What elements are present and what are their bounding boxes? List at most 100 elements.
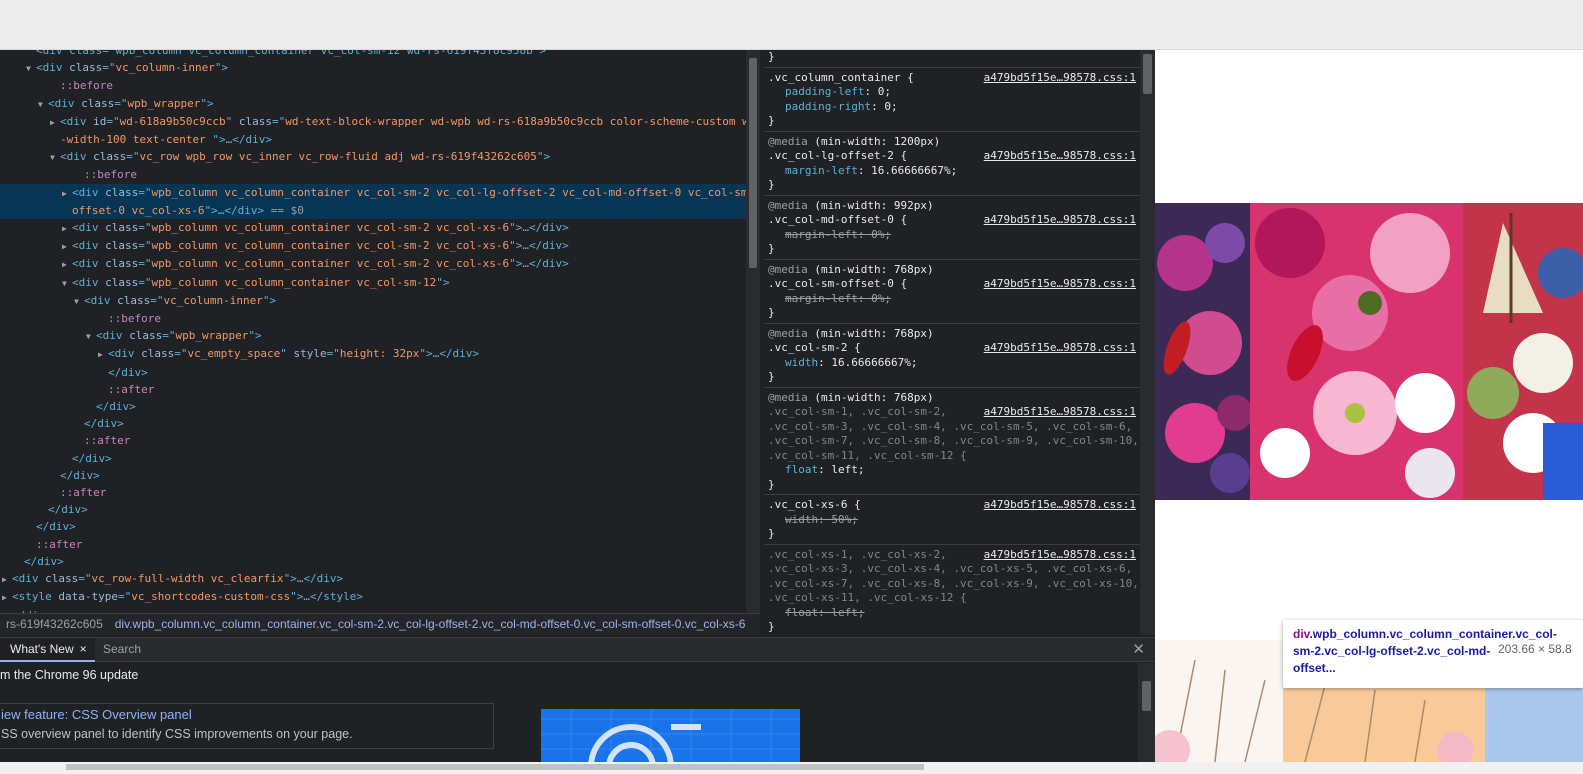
css-rule[interactable]: a479bd5f15e…98578.css:1 .vc_col-xs-1, .vc… xyxy=(764,545,1140,636)
css-selector: .vc_col-xs-7, .vc_col-xs-8, .vc_col-xs-9… xyxy=(768,576,1139,590)
elements-scrollbar[interactable] xyxy=(746,50,760,613)
elements-tree[interactable]: <div class="wpb_column vc_column_contain… xyxy=(0,50,760,613)
collapse-triangle-icon[interactable]: ▶ xyxy=(62,220,72,237)
tab-search[interactable]: Search xyxy=(103,638,141,661)
dom-node-line[interactable]: ▼ <div class="wpb_column vc_column_contai… xyxy=(0,274,760,292)
css-declaration[interactable]: margin-left: 0%; xyxy=(768,292,1136,307)
scrollbar-thumb[interactable] xyxy=(1142,681,1151,711)
dom-node-line[interactable]: </div> xyxy=(0,450,760,467)
dom-node-line[interactable]: ▶ <div class="vc_row-full-width vc_clearf… xyxy=(0,570,760,588)
feature-card[interactable]: iew feature: CSS Overview panel SS overv… xyxy=(0,703,494,749)
stylesheet-source-link[interactable]: a479bd5f15e…98578.css:1 xyxy=(984,277,1136,292)
collapse-triangle-icon[interactable]: ▶ xyxy=(62,185,72,202)
dom-node-line[interactable]: ::after xyxy=(0,484,760,501)
dom-node-line[interactable]: -width-100 text-center ">…</div> xyxy=(0,131,760,148)
css-declaration[interactable]: padding-right: 0; xyxy=(768,100,1136,115)
breadcrumb-item[interactable]: rs-619f43262c605 xyxy=(0,614,109,634)
stylesheet-source-link[interactable]: a479bd5f15e…98578.css:1 xyxy=(984,405,1136,420)
stylesheet-source-link[interactable]: a479bd5f15e…98578.css:1 xyxy=(984,498,1136,513)
scrollbar-thumb[interactable] xyxy=(1143,54,1152,94)
dom-node-line[interactable]: </div> xyxy=(0,364,760,381)
expand-triangle-icon[interactable]: ▼ xyxy=(50,149,60,166)
stylesheet-source-link[interactable]: a479bd5f15e…98578.css:1 xyxy=(984,341,1136,356)
dom-node-line[interactable]: ::before xyxy=(0,166,760,183)
breadcrumb-current[interactable]: div.wpb_column.vc_column_container.vc_co… xyxy=(109,614,752,634)
dom-node-line[interactable]: </div> xyxy=(0,398,760,415)
collapse-triangle-icon[interactable]: ▶ xyxy=(62,238,72,255)
dom-node-line[interactable]: ▼ <div class="vc_column-inner"> xyxy=(0,59,760,77)
styles-scrollbar[interactable] xyxy=(1140,50,1155,635)
stylesheet-source-link[interactable]: a479bd5f15e…98578.css:1 xyxy=(984,149,1136,164)
scrollbar-thumb[interactable] xyxy=(749,58,757,268)
dom-node-line[interactable]: <div class="wpb_column vc_column_contain… xyxy=(0,50,760,59)
css-rule[interactable]: @media (min-width: 768px) a479bd5f15e…985… xyxy=(764,324,1140,388)
collapse-triangle-icon[interactable]: ▶ xyxy=(2,589,12,606)
flower-photo[interactable] xyxy=(1155,203,1250,500)
stylesheet-source-link[interactable]: a479bd5f15e…98578.css:1 xyxy=(984,548,1136,563)
css-rule[interactable]: @media (min-width: 768px) a479bd5f15e…985… xyxy=(764,388,1140,495)
dom-node-line[interactable]: ▶ <div class="wpb_column vc_column_contai… xyxy=(0,183,760,202)
dom-node-line[interactable]: ▶ <div class="wpb_column vc_column_contai… xyxy=(0,237,760,255)
collapse-triangle-icon[interactable]: ▶ xyxy=(98,346,108,363)
dom-node-line[interactable]: ▶ <div id="wd-618a9b50c9ccb" class="wd-te… xyxy=(0,113,760,131)
dom-node-line[interactable]: offset-0 vc_col-xs-6">…</div> == $0 xyxy=(0,201,760,220)
css-rule[interactable]: } xyxy=(764,50,1140,68)
collapse-triangle-icon[interactable]: ▶ xyxy=(50,114,60,131)
stylesheet-source-link[interactable]: a479bd5f15e…98578.css:1 xyxy=(984,213,1136,228)
dom-node-line[interactable]: </div> xyxy=(0,467,760,484)
dom-node-line[interactable]: ::after xyxy=(0,432,760,449)
page-horizontal-scrollbar[interactable] xyxy=(0,762,1583,774)
dom-node-line[interactable]: ▼ <div class="wpb_wrapper"> xyxy=(0,95,760,113)
dom-node-line[interactable]: </div> xyxy=(0,415,760,432)
css-rule[interactable]: a479bd5f15e…98578.css:1 .vc_col-xs-6 {wid… xyxy=(764,495,1140,545)
expand-triangle-icon[interactable]: ▼ xyxy=(26,60,36,77)
expand-triangle-icon[interactable]: ▼ xyxy=(62,275,72,292)
dom-node-line[interactable]: </div> xyxy=(0,553,760,570)
dom-node-line[interactable]: ▶ <div class="wpb_column vc_column_contai… xyxy=(0,219,760,237)
scrollbar-thumb[interactable] xyxy=(66,764,924,770)
css-declaration[interactable]: width: 16.66666667%; xyxy=(768,356,1136,371)
drawer-title: m the Chrome 96 update xyxy=(0,668,139,682)
css-rule[interactable]: a479bd5f15e…98578.css:1 .vc_column_contai… xyxy=(764,68,1140,132)
dom-token: vc_row wpb_row vc_inner vc_row-fluid adj… xyxy=(139,150,537,164)
close-drawer-icon[interactable]: ✕ xyxy=(1132,638,1145,661)
css-declaration[interactable]: margin-left: 16.66666667%; xyxy=(768,164,1136,179)
css-rule[interactable]: @media (min-width: 992px) a479bd5f15e…985… xyxy=(764,196,1140,260)
dom-node-line[interactable]: ▼ <div class="vc_row wpb_row vc_inner vc_… xyxy=(0,148,760,166)
dom-node-line[interactable]: ▶ <style data-type="vc_shortcodes-custom-… xyxy=(0,588,760,606)
stylesheet-source-link[interactable]: a479bd5f15e…98578.css:1 xyxy=(984,71,1136,86)
expand-triangle-icon[interactable]: ▼ xyxy=(86,328,96,345)
dom-node-line[interactable]: ▶ <div class="vc_empty_space" style="heig… xyxy=(0,345,760,363)
css-declaration[interactable]: float: left; xyxy=(768,463,1136,478)
css-declaration[interactable]: width: 50%; xyxy=(768,513,1136,528)
flower-photo[interactable] xyxy=(1250,203,1463,500)
dom-node-line[interactable]: ▶ <div class="wpb_column vc_column_contai… xyxy=(0,255,760,273)
collapse-triangle-icon[interactable]: ▶ xyxy=(62,256,72,273)
dom-token: =" xyxy=(150,293,164,307)
flower-photo[interactable] xyxy=(1463,203,1583,500)
close-tab-icon[interactable]: × xyxy=(80,642,87,656)
css-rule[interactable]: @media (min-width: 1200px) a479bd5f15e…98… xyxy=(764,132,1140,196)
expand-triangle-icon[interactable]: ▼ xyxy=(38,96,48,113)
css-declaration[interactable]: margin-left: 0%; xyxy=(768,228,1136,243)
dom-node-line[interactable]: ▼ <div class="vc_column-inner"> xyxy=(0,292,760,310)
dom-node-line[interactable]: ::before xyxy=(0,77,760,94)
css-declaration[interactable]: float: left; xyxy=(768,606,1136,621)
dom-node-line[interactable]: ::before xyxy=(0,310,760,327)
drawer-scrollbar[interactable] xyxy=(1138,663,1155,762)
expand-triangle-icon[interactable]: ▼ xyxy=(74,293,84,310)
feature-card-title[interactable]: iew feature: CSS Overview panel xyxy=(1,707,192,722)
tab-whats-new[interactable]: What's New × xyxy=(0,638,95,662)
styles-pane[interactable]: } a479bd5f15e…98578.css:1 .vc_column_conta… xyxy=(764,50,1140,635)
dom-token: =" xyxy=(138,239,152,253)
dom-node-line[interactable]: ::after xyxy=(0,381,760,398)
collapse-triangle-icon[interactable]: ▶ xyxy=(2,571,12,588)
dom-node-line[interactable]: </div> xyxy=(0,501,760,518)
css-declaration[interactable]: padding-left: 0; xyxy=(768,85,1136,100)
dom-node-line[interactable]: ::after xyxy=(0,536,760,553)
dom-node-line[interactable]: </div> xyxy=(0,518,760,535)
dom-node-line[interactable]: ▼ <div class="wpb_wrapper"> xyxy=(0,327,760,345)
dom-token: style xyxy=(293,347,327,361)
css-rule[interactable]: @media (min-width: 768px) a479bd5f15e…985… xyxy=(764,260,1140,324)
dom-token: <div xyxy=(36,61,70,75)
